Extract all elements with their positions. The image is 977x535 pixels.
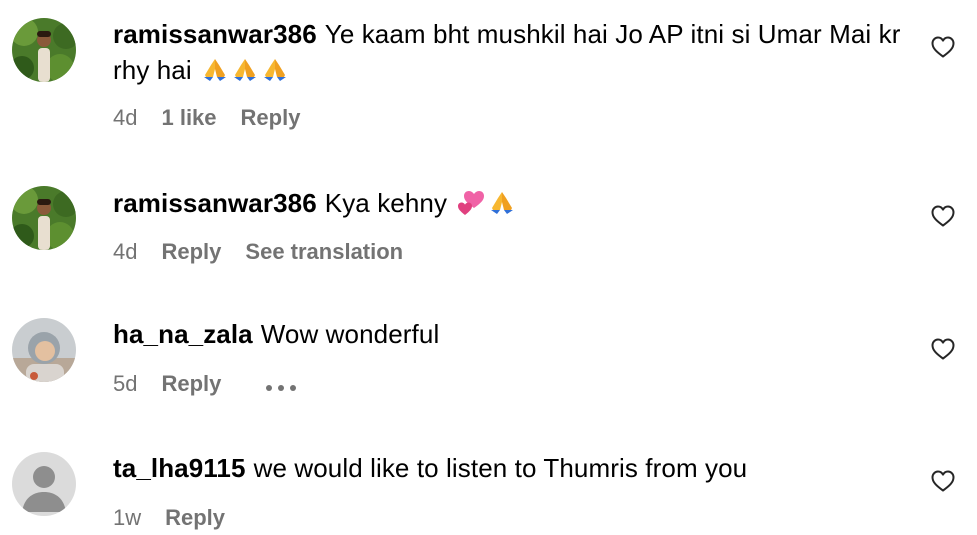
folded-hands-emoji-icon: [488, 188, 516, 225]
comment-meta: 4d 1 like Reply: [113, 104, 324, 132]
see-translation-button[interactable]: See translation: [245, 238, 403, 266]
two-hearts-emoji-icon: [456, 188, 486, 225]
more-options-icon[interactable]: [265, 371, 297, 399]
comment-meta: 4d Reply See translation: [113, 238, 427, 266]
reply-button[interactable]: Reply: [165, 504, 225, 532]
heart-like-icon[interactable]: [931, 205, 955, 227]
comment-body: ta_lha9115 we would like to listen to Thu…: [113, 450, 903, 486]
profile-photo-icon: [12, 18, 76, 82]
heart-like-icon[interactable]: [931, 338, 955, 360]
profile-photo-icon: [12, 186, 76, 250]
comment-text: Kya kehny: [324, 188, 448, 218]
profile-photo-icon: [12, 318, 76, 382]
comment-username[interactable]: ramissanwar386: [113, 19, 317, 49]
comment-body: ramissanwar386 Ye kaam bht mushkil hai Jo…: [113, 16, 903, 92]
comment-meta: 1w Reply: [113, 504, 249, 532]
comment-timestamp: 1w: [113, 505, 142, 530]
comment-body: ramissanwar386 Kya kehny: [113, 185, 903, 225]
comment-username[interactable]: ha_na_zala: [113, 319, 253, 349]
comment-timestamp: 5d: [113, 371, 138, 396]
avatar[interactable]: [12, 318, 76, 382]
reply-button[interactable]: Reply: [241, 104, 301, 132]
default-avatar-icon: [12, 452, 76, 516]
folded-hands-emoji-icon: [261, 55, 289, 92]
comment-body: ha_na_zala Wow wonderful: [113, 316, 903, 352]
heart-like-icon[interactable]: [931, 470, 955, 492]
comment-text: Wow wonderful: [260, 319, 440, 349]
avatar[interactable]: [12, 18, 76, 82]
heart-like-icon[interactable]: [931, 36, 955, 58]
reply-button[interactable]: Reply: [161, 238, 221, 266]
comment-timestamp: 4d: [113, 105, 138, 130]
comment-timestamp: 4d: [113, 239, 138, 264]
avatar[interactable]: [12, 186, 76, 250]
likes-count-button[interactable]: 1 like: [161, 104, 216, 132]
reply-button[interactable]: Reply: [161, 370, 221, 398]
comment-meta: 5d Reply: [113, 370, 297, 399]
comment-text: we would like to listen to Thumris from …: [253, 453, 748, 483]
folded-hands-emoji-icon: [231, 55, 259, 92]
folded-hands-emoji-icon: [201, 55, 229, 92]
avatar[interactable]: [12, 452, 76, 516]
comment-username[interactable]: ramissanwar386: [113, 188, 317, 218]
comment-username[interactable]: ta_lha9115: [113, 453, 246, 483]
